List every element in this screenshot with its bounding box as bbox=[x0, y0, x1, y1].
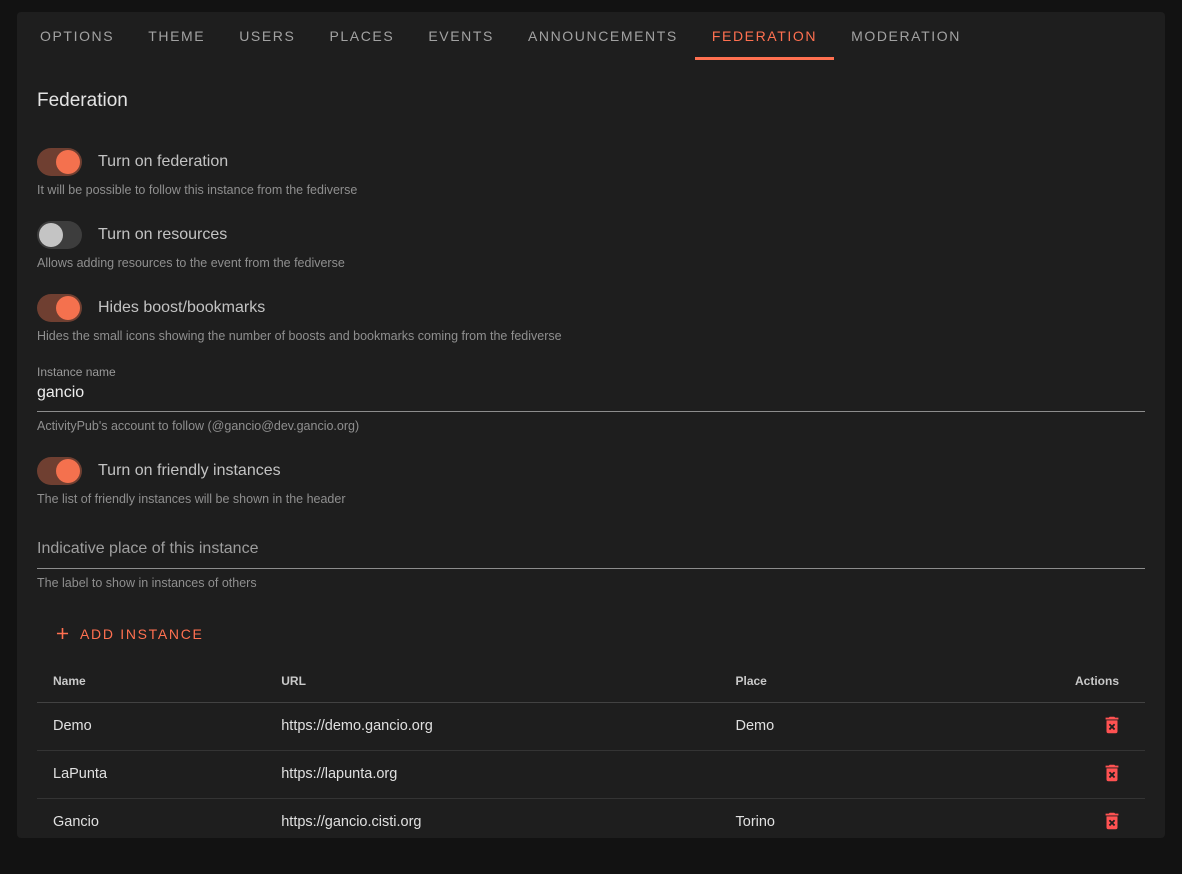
instance-name-label: Instance name bbox=[37, 365, 1145, 379]
delete-instance-button[interactable] bbox=[1099, 808, 1125, 837]
delete-forever-icon bbox=[1101, 810, 1123, 832]
table-row: Gancio https://gancio.cisti.org Torino bbox=[37, 798, 1145, 846]
page-title: Federation bbox=[37, 60, 1145, 112]
instance-name-cell: Gancio bbox=[37, 798, 265, 846]
column-header-place: Place bbox=[720, 661, 1035, 702]
resources-toggle[interactable] bbox=[37, 221, 82, 249]
tab-moderation[interactable]: Moderation bbox=[834, 12, 978, 60]
boost-toggle-hint: Hides the small icons showing the number… bbox=[37, 329, 1145, 343]
toggle-thumb bbox=[56, 150, 80, 174]
instance-place-cell: Torino bbox=[720, 798, 1035, 846]
instance-name-hint: ActivityPub's account to follow (@gancio… bbox=[37, 419, 1145, 433]
column-header-url: URL bbox=[265, 661, 719, 702]
tab-events[interactable]: Events bbox=[411, 12, 511, 60]
table-row: Demo https://demo.gancio.org Demo bbox=[37, 702, 1145, 750]
friendly-toggle-label: Turn on friendly instances bbox=[98, 462, 281, 480]
instance-name-field-wrapper: Instance name ActivityPub's account to f… bbox=[37, 365, 1145, 433]
toggle-thumb bbox=[39, 223, 63, 247]
tab-theme[interactable]: Theme bbox=[131, 12, 222, 60]
resources-toggle-row: Turn on resources bbox=[37, 221, 1145, 249]
hide-boost-toggle-label: Hides boost/bookmarks bbox=[98, 299, 265, 317]
admin-panel-card: Options Theme Users Places Events Announ… bbox=[17, 12, 1165, 838]
add-instance-label: Add Instance bbox=[80, 626, 204, 642]
table-row: LaPunta https://lapunta.org bbox=[37, 750, 1145, 798]
instance-url-cell: https://lapunta.org bbox=[265, 750, 719, 798]
plus-icon bbox=[53, 624, 72, 643]
column-header-actions: Actions bbox=[1034, 661, 1145, 702]
add-instance-button[interactable]: Add Instance bbox=[45, 618, 212, 649]
instance-name-cell: LaPunta bbox=[37, 750, 265, 798]
federation-toggle-label: Turn on federation bbox=[98, 153, 228, 171]
instance-place-cell: Demo bbox=[720, 702, 1035, 750]
instance-url-cell: https://demo.gancio.org bbox=[265, 702, 719, 750]
friendly-instances-toggle[interactable] bbox=[37, 457, 82, 485]
tab-options[interactable]: Options bbox=[23, 12, 131, 60]
federation-toggle[interactable] bbox=[37, 148, 82, 176]
instance-place-input[interactable] bbox=[37, 540, 1145, 569]
table-header-row: Name URL Place Actions bbox=[37, 661, 1145, 702]
friendly-toggle-hint: The list of friendly instances will be s… bbox=[37, 492, 1145, 506]
federation-toggle-hint: It will be possible to follow this insta… bbox=[37, 183, 1145, 197]
tab-federation[interactable]: Federation bbox=[695, 12, 834, 60]
delete-forever-icon bbox=[1101, 714, 1123, 736]
delete-instance-button[interactable] bbox=[1099, 760, 1125, 789]
instance-name-input[interactable] bbox=[37, 379, 1145, 412]
resources-toggle-hint: Allows adding resources to the event fro… bbox=[37, 256, 1145, 270]
admin-tabs: Options Theme Users Places Events Announ… bbox=[17, 12, 1165, 60]
friendly-toggle-row: Turn on friendly instances bbox=[37, 457, 1145, 485]
instance-place-cell bbox=[720, 750, 1035, 798]
instance-place-hint: The label to show in instances of others bbox=[37, 576, 1145, 590]
boost-toggle-row: Hides boost/bookmarks bbox=[37, 294, 1145, 322]
instance-name-cell: Demo bbox=[37, 702, 265, 750]
resources-toggle-label: Turn on resources bbox=[98, 226, 227, 244]
friendly-instances-table: Name URL Place Actions Demo https://demo… bbox=[37, 661, 1145, 846]
instance-url-cell: https://gancio.cisti.org bbox=[265, 798, 719, 846]
instance-place-field-wrapper: The label to show in instances of others bbox=[37, 540, 1145, 590]
toggle-thumb bbox=[56, 296, 80, 320]
hide-boost-toggle[interactable] bbox=[37, 294, 82, 322]
tab-users[interactable]: Users bbox=[222, 12, 312, 60]
tab-places[interactable]: Places bbox=[312, 12, 411, 60]
federation-settings: Federation Turn on federation It will be… bbox=[17, 60, 1165, 874]
federation-toggle-row: Turn on federation bbox=[37, 148, 1145, 176]
delete-forever-icon bbox=[1101, 762, 1123, 784]
column-header-name: Name bbox=[37, 661, 265, 702]
toggle-thumb bbox=[56, 459, 80, 483]
tab-announcements[interactable]: Announcements bbox=[511, 12, 695, 60]
delete-instance-button[interactable] bbox=[1099, 712, 1125, 741]
